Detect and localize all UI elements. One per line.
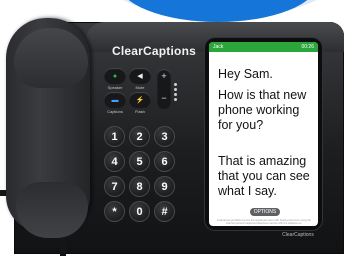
mute-label: Mute [135, 85, 145, 90]
key-star[interactable]: * [104, 201, 125, 222]
speaker-icon: ● [112, 72, 118, 80]
volume-up-icon[interactable]: + [157, 71, 171, 81]
phone-scene: ClearCaptions ● Speaker ◀ Mute ▬ Caption… [0, 0, 344, 256]
key-8[interactable]: 8 [129, 176, 150, 197]
caption-screen[interactable]: Jack 00:26 Hey Sam. How is that new phon… [209, 42, 318, 226]
stand-branding: ClearCaptions [282, 232, 314, 238]
options-button[interactable]: OPTIONS [250, 208, 280, 216]
contact-name: Jack [213, 44, 224, 50]
speaker-button[interactable]: ● [104, 68, 126, 84]
key-9[interactable]: 9 [154, 176, 175, 197]
flash-icon: ⚡ [135, 96, 145, 104]
legal-footnote: Federal law prohibits anyone but registe… [216, 219, 311, 225]
flash-button[interactable]: ⚡ [129, 92, 151, 108]
captions-icon: ▬ [111, 96, 119, 104]
handset[interactable] [6, 18, 90, 238]
handset-earpiece [14, 28, 88, 88]
key-3[interactable]: 3 [154, 126, 175, 147]
call-timer: 00:26 [301, 44, 314, 50]
key-5[interactable]: 5 [129, 151, 150, 172]
volume-down-icon[interactable]: − [157, 93, 171, 103]
key-0[interactable]: 0 [129, 201, 150, 222]
volume-level-dots [174, 83, 177, 103]
caption-line-1: Hey Sam. [218, 67, 273, 81]
key-6[interactable]: 6 [154, 151, 175, 172]
key-7[interactable]: 7 [104, 176, 125, 197]
handset-mouthpiece [16, 182, 88, 238]
call-header: Jack 00:26 [209, 42, 318, 52]
flash-label: Flash [135, 109, 145, 114]
background-blue-arc [118, 0, 318, 22]
key-4[interactable]: 4 [104, 151, 125, 172]
key-hash[interactable]: # [154, 201, 175, 222]
key-2[interactable]: 2 [129, 126, 150, 147]
brand-logo: ClearCaptions [112, 44, 196, 58]
key-1[interactable]: 1 [104, 126, 125, 147]
volume-rocker[interactable]: + − [157, 69, 171, 109]
captions-button[interactable]: ▬ [104, 92, 126, 108]
mute-button[interactable]: ◀ [129, 68, 151, 84]
caption-line-3: That is amazing that you can see what I … [218, 154, 310, 198]
caption-line-2: How is that new phone working for you? [218, 88, 307, 132]
mute-icon: ◀ [137, 72, 143, 80]
